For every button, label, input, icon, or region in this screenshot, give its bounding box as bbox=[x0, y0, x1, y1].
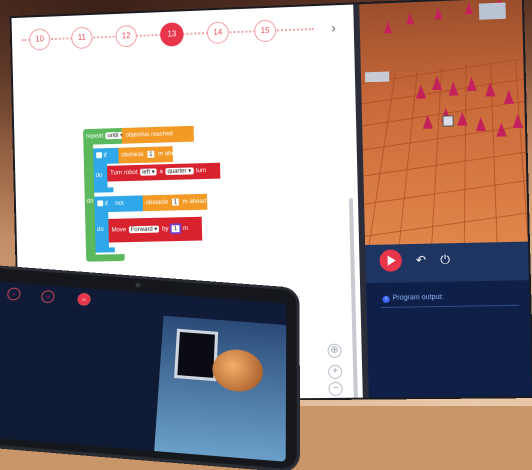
level-15[interactable]: 15 bbox=[253, 19, 277, 43]
if-block-2-arm: do bbox=[94, 212, 110, 248]
gear-icon[interactable] bbox=[97, 200, 104, 207]
tablet-rock bbox=[211, 347, 264, 394]
info-icon: i bbox=[382, 295, 390, 303]
if-block-1-arm: do bbox=[93, 163, 108, 188]
obstacle-label-1: obstacle bbox=[121, 151, 144, 159]
if-block-1[interactable]: if bbox=[93, 147, 119, 165]
tablet-camera bbox=[135, 282, 141, 288]
m-ahead-label-2: m ahead bbox=[182, 197, 207, 206]
obstacle-ahead-block-2[interactable]: obstacle 1 m ahead bbox=[142, 193, 208, 212]
tablet-device: 9 10 11 bbox=[0, 267, 297, 470]
if-block-2-footer bbox=[95, 247, 115, 253]
move-label: Move bbox=[111, 226, 127, 234]
power-icon[interactable]: ⏻ bbox=[440, 252, 450, 267]
obstacle-ahead-block-1[interactable]: obstacle 1 m ahead bbox=[118, 146, 182, 164]
program-output-label: Program output: bbox=[392, 293, 444, 302]
distance-input-2[interactable]: 1 bbox=[171, 198, 180, 206]
turn-amount-dropdown[interactable]: quarter ▾ bbox=[165, 167, 194, 176]
level-11[interactable]: 11 bbox=[71, 26, 93, 50]
tablet-level-10[interactable]: 10 bbox=[40, 289, 56, 304]
play-button[interactable] bbox=[379, 249, 403, 272]
if-block-1-footer bbox=[94, 187, 114, 193]
run-controls: ↶ ⏻ bbox=[365, 241, 529, 284]
simulation-view[interactable] bbox=[353, 0, 528, 246]
turn-direction-dropdown[interactable]: left ▾ bbox=[140, 168, 157, 176]
turn-suffix-label: turn bbox=[195, 167, 207, 175]
tablet-level-bar: 9 10 11 bbox=[0, 281, 287, 326]
tablet-level-9[interactable]: 9 bbox=[6, 287, 22, 301]
canvas-scrollbar[interactable] bbox=[348, 198, 359, 401]
next-levels-chevron-icon[interactable]: › bbox=[331, 19, 336, 35]
not-label: not bbox=[115, 199, 124, 207]
level-14[interactable]: 14 bbox=[206, 21, 229, 45]
zoom-out-icon[interactable]: − bbox=[328, 381, 343, 396]
tablet-simulation-view bbox=[154, 315, 287, 462]
move-direction-dropdown[interactable]: Forward ▾ bbox=[128, 225, 160, 234]
level-13[interactable]: 13 bbox=[159, 22, 184, 47]
objective-reached-label: objective reached bbox=[125, 130, 173, 139]
recenter-icon[interactable]: ⊕ bbox=[327, 343, 342, 358]
if-do-label-2: do bbox=[96, 225, 104, 233]
turn-robot-block[interactable]: Turn robot left ▾ a quarter ▾ turn bbox=[107, 162, 221, 182]
m-ahead-label-1: m ahead bbox=[158, 149, 182, 158]
if-do-label-1: do bbox=[95, 171, 103, 179]
distance-input-1[interactable]: 1 bbox=[147, 150, 155, 158]
repeat-block-footer bbox=[86, 254, 125, 262]
repeat-do-label: do bbox=[86, 197, 94, 205]
tablet-level-11[interactable]: 11 bbox=[76, 292, 92, 307]
repeat-label: repeat bbox=[86, 132, 104, 140]
if-label-1: if bbox=[103, 152, 107, 160]
turn-joiner-label: a bbox=[159, 168, 163, 176]
move-by-label: by bbox=[161, 225, 169, 233]
objective-reached-block[interactable]: objective reached bbox=[121, 125, 194, 144]
output-divider bbox=[380, 304, 520, 309]
level-10[interactable]: 10 bbox=[28, 28, 51, 51]
repeat-block[interactable]: repeat until ▾ bbox=[83, 127, 126, 145]
gear-icon[interactable] bbox=[96, 152, 103, 159]
program-output-panel: i Program output: bbox=[366, 280, 532, 398]
move-unit-label: m bbox=[182, 224, 189, 233]
tablet-portal bbox=[174, 328, 219, 382]
undo-icon[interactable]: ↶ bbox=[416, 253, 427, 267]
move-block[interactable]: Move Forward ▾ by 1 m bbox=[108, 216, 203, 243]
if-label-2: if bbox=[104, 200, 108, 208]
turn-robot-label: Turn robot bbox=[110, 168, 138, 177]
level-12[interactable]: 12 bbox=[115, 24, 138, 48]
move-amount-input[interactable]: 1 bbox=[171, 225, 180, 233]
program-output-title: i Program output: bbox=[382, 293, 444, 303]
tablet-screen: 9 10 11 bbox=[0, 281, 287, 462]
zoom-in-icon[interactable]: + bbox=[327, 364, 343, 379]
if-block-2[interactable]: if not bbox=[94, 195, 144, 213]
mars-scene bbox=[353, 0, 528, 245]
obstacle-label-2: obstacle bbox=[145, 198, 169, 207]
